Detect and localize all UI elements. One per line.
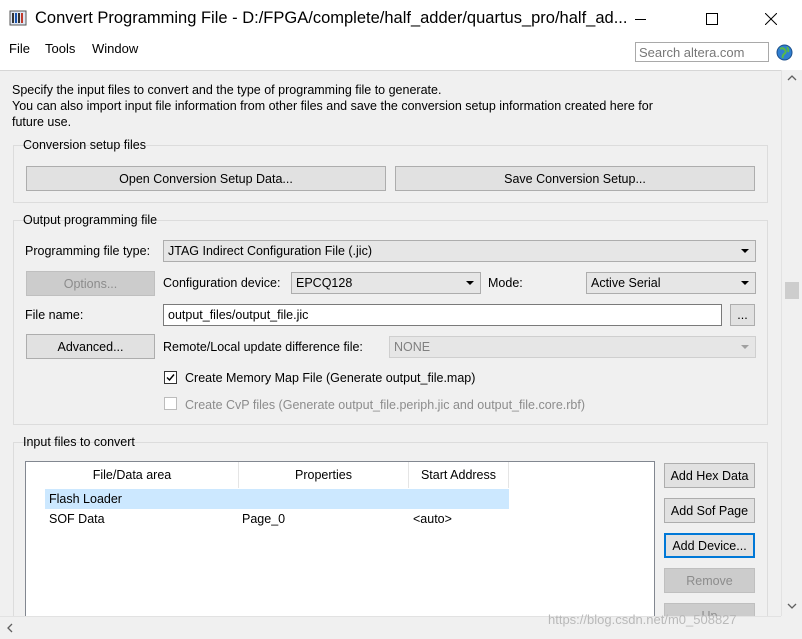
programming-file-type-select[interactable]: JTAG Indirect Configuration File (.jic) — [163, 240, 756, 262]
cvp-files-checkbox[interactable] — [164, 397, 177, 410]
column-header-file-data-area[interactable]: File/Data area — [26, 462, 239, 488]
search-input[interactable]: Search altera.com — [635, 42, 769, 62]
remote-update-select[interactable]: NONE — [389, 336, 756, 358]
title-bar: Convert Programming File - D:/FPGA/compl… — [0, 0, 802, 38]
intro-line-2: You can also import input file informati… — [12, 99, 653, 113]
window-title: Convert Programming File - D:/FPGA/compl… — [35, 9, 628, 27]
scroll-down-icon[interactable] — [787, 602, 797, 610]
table-row-flash-loader[interactable]: Flash Loader — [45, 489, 509, 509]
remove-button[interactable]: Remove — [664, 568, 755, 593]
scroll-left-icon[interactable] — [6, 623, 14, 633]
chevron-down-icon — [741, 281, 749, 285]
scrollbar-corner — [781, 616, 802, 639]
chevron-down-icon — [466, 281, 474, 285]
minimize-icon — [635, 19, 646, 20]
close-icon — [765, 13, 777, 25]
globe-icon[interactable] — [776, 44, 793, 61]
intro-text: Specify the input files to convert and t… — [12, 82, 712, 130]
row-name: Flash Loader — [49, 492, 122, 506]
remote-update-label: Remote/Local update difference file: — [163, 340, 363, 354]
minimize-button[interactable] — [618, 0, 664, 38]
maximize-button[interactable] — [689, 0, 735, 38]
browse-button[interactable]: ... — [730, 304, 755, 326]
memory-map-label: Create Memory Map File (Generate output_… — [185, 371, 476, 385]
memory-map-checkbox[interactable] — [164, 371, 177, 384]
maximize-icon — [706, 13, 718, 25]
column-header-start-address[interactable]: Start Address — [409, 462, 509, 488]
scrollbar-thumb[interactable] — [785, 282, 799, 299]
programming-file-type-label: Programming file type: — [25, 244, 151, 258]
file-name-label: File name: — [25, 308, 84, 322]
cvp-files-label: Create CvP files (Generate output_file.p… — [185, 398, 585, 412]
row-start-address: <auto> — [413, 512, 452, 526]
add-sof-page-button[interactable]: Add Sof Page — [664, 498, 755, 523]
file-name-input[interactable]: output_files/output_file.jic — [163, 304, 722, 326]
intro-line-3: future use. — [12, 115, 72, 129]
watermark-text: https://blog.csdn.net/m0_508827 — [548, 612, 737, 627]
add-device-button[interactable]: Add Device... — [664, 533, 755, 558]
open-conversion-setup-button[interactable]: Open Conversion Setup Data... — [26, 166, 386, 191]
mode-label: Mode: — [488, 276, 523, 290]
menu-window[interactable]: Window — [92, 41, 138, 56]
configuration-device-select[interactable]: EPCQ128 — [291, 272, 481, 294]
input-files-table[interactable]: File/Data area Properties Start Address … — [25, 461, 655, 617]
options-button[interactable]: Options... — [26, 271, 155, 296]
quartus-app-icon — [9, 10, 27, 26]
dialog-content: Specify the input files to convert and t… — [0, 70, 781, 617]
column-header-properties[interactable]: Properties — [239, 462, 409, 488]
add-hex-data-button[interactable]: Add Hex Data — [664, 463, 755, 488]
row-properties: Page_0 — [242, 512, 286, 526]
intro-line-1: Specify the input files to convert and t… — [12, 83, 442, 97]
menu-file[interactable]: File — [9, 41, 30, 56]
input-files-title: Input files to convert — [23, 435, 135, 449]
chevron-down-icon — [741, 345, 749, 349]
checkmark-icon — [166, 374, 175, 382]
mode-value: Active Serial — [591, 276, 661, 290]
menu-tools[interactable]: Tools — [45, 41, 75, 56]
table-row-sof-data[interactable]: SOF Data Page_0 <auto> — [45, 509, 509, 529]
row-name: SOF Data — [49, 512, 105, 526]
vertical-scrollbar[interactable] — [781, 70, 802, 616]
configuration-device-label: Configuration device: — [163, 276, 281, 290]
output-file-title: Output programming file — [23, 213, 158, 227]
configuration-device-value: EPCQ128 — [296, 276, 353, 290]
advanced-button[interactable]: Advanced... — [26, 334, 155, 359]
mode-select[interactable]: Active Serial — [586, 272, 756, 294]
chevron-down-icon — [741, 249, 749, 253]
conversion-setup-title: Conversion setup files — [23, 138, 146, 152]
programming-file-type-value: JTAG Indirect Configuration File (.jic) — [168, 244, 372, 258]
save-conversion-setup-button[interactable]: Save Conversion Setup... — [395, 166, 755, 191]
remote-update-value: NONE — [394, 340, 431, 354]
scroll-up-icon[interactable] — [787, 74, 797, 82]
close-button[interactable] — [748, 0, 794, 38]
